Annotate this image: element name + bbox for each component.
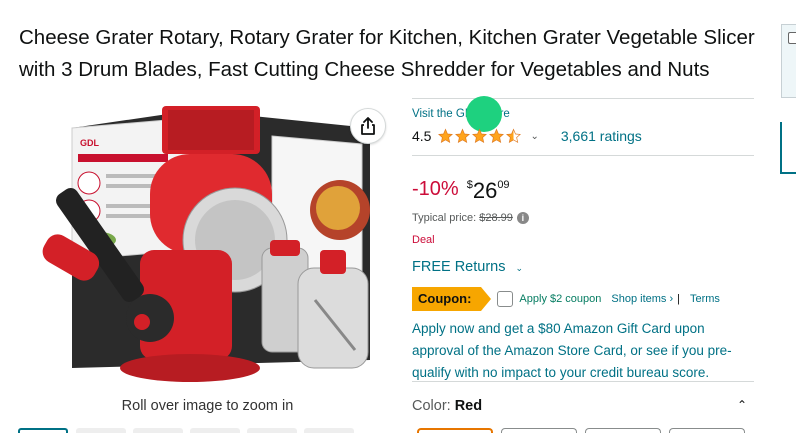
half-star-icon [506, 128, 522, 144]
cheese-grater-image: GDL [42, 106, 370, 382]
box-brand-text: GDL [80, 138, 100, 148]
coupon-tag: Coupon: [412, 287, 492, 311]
visit-store-link[interactable]: Visit the GDL Store [412, 108, 754, 120]
color-selector-header[interactable]: Color: Red ⌃ [412, 398, 754, 414]
star-icon [489, 128, 505, 144]
divider-rating [412, 155, 754, 156]
price-whole: 26 [472, 178, 498, 203]
discount-percent: -10% [412, 178, 459, 200]
color-swatch[interactable] [501, 428, 577, 433]
shop-items-link[interactable]: Shop items › [611, 293, 673, 305]
typical-price-value: $28.99 [479, 212, 513, 224]
color-label: Color: [412, 398, 451, 414]
buybox-option-radio[interactable] [788, 32, 796, 44]
ratings-count-link[interactable]: 3,661 ratings [561, 128, 642, 144]
product-title: Cheese Grater Rotary, Rotary Grater for … [19, 26, 755, 81]
thumbnail-1[interactable] [18, 428, 68, 433]
color-swatch[interactable] [585, 428, 661, 433]
buybox-accent-bar [780, 122, 782, 174]
chevron-up-icon[interactable]: ⌃ [737, 398, 747, 412]
thumbnail-6[interactable] [304, 428, 354, 433]
thumbnail-2[interactable] [76, 428, 126, 433]
star-icon [438, 128, 454, 144]
chevron-down-icon[interactable]: ⌄ [530, 131, 538, 142]
rating-value: 4.5 [412, 128, 432, 144]
coupon-checkbox[interactable] [497, 291, 514, 307]
star-icon [455, 128, 471, 144]
typical-price-label: Typical price: [412, 212, 477, 224]
star-icon [472, 128, 488, 144]
coupon-separator: | [677, 293, 680, 305]
price-fraction: 09 [497, 179, 510, 191]
color-swatch-red[interactable] [417, 428, 493, 433]
price-row: -10% $ 26 09 [412, 176, 754, 206]
thumbnail-5[interactable] [247, 428, 297, 433]
terms-link[interactable]: Terms [690, 293, 720, 305]
rating-row: 4.5 ⌄ 3,661 ratings [412, 126, 754, 146]
thumbnail-strip [18, 428, 398, 433]
star-rating[interactable] [437, 128, 522, 144]
thumbnail-4[interactable] [190, 428, 240, 433]
thumbnail-3[interactable] [133, 428, 183, 433]
store-card-promo-link[interactable]: Apply now and get a $80 Amazon Gift Card… [412, 318, 754, 384]
coupon-row: Coupon: Apply $2 coupon Shop items › | T… [412, 287, 754, 311]
zoom-hint: Roll over image to zoom in [121, 398, 294, 414]
deal-badge: Deal [412, 234, 435, 246]
free-returns-label: FREE Returns [412, 259, 506, 275]
typical-price: Typical price: $28.99 i [412, 212, 754, 224]
color-swatch[interactable] [669, 428, 745, 433]
buybox-accent-line [781, 172, 796, 174]
share-icon [361, 117, 375, 135]
free-returns-link[interactable]: FREE Returns ⌄ [412, 259, 754, 275]
divider-top [412, 98, 754, 99]
apply-coupon-label[interactable]: Apply $2 coupon [519, 293, 601, 305]
divider-promo [412, 381, 754, 382]
share-button[interactable] [350, 108, 386, 144]
product-image[interactable]: GDL [40, 100, 380, 390]
chevron-down-icon: ⌄ [515, 263, 524, 273]
color-value: Red [454, 398, 483, 414]
info-icon[interactable]: i [516, 212, 529, 224]
